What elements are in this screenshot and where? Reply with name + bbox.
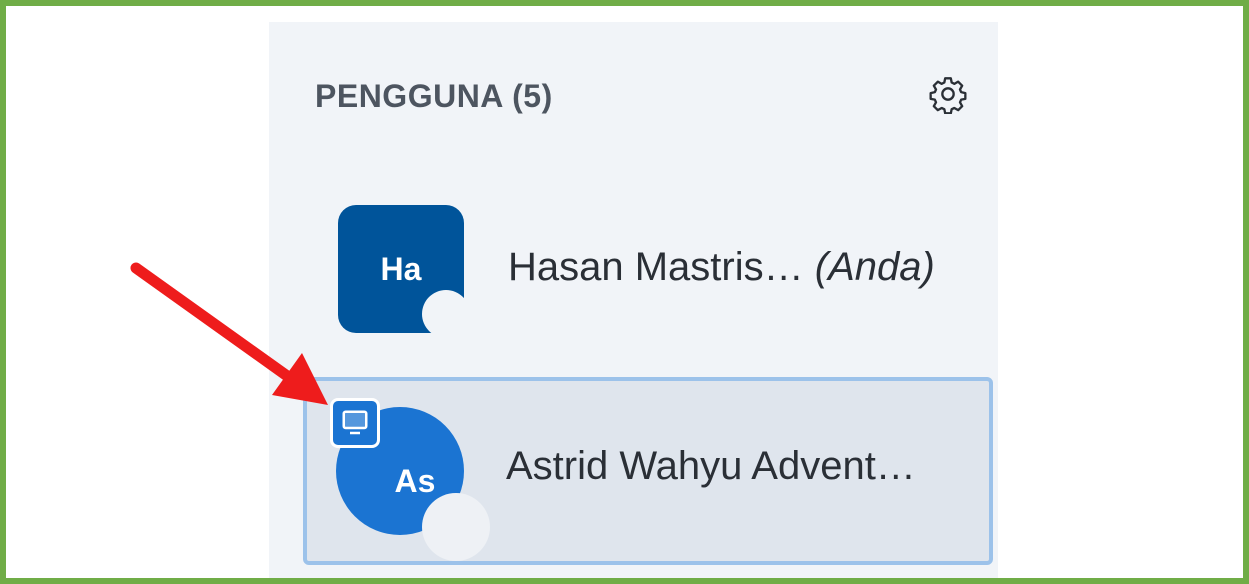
red-arrow-annotation <box>130 262 328 405</box>
